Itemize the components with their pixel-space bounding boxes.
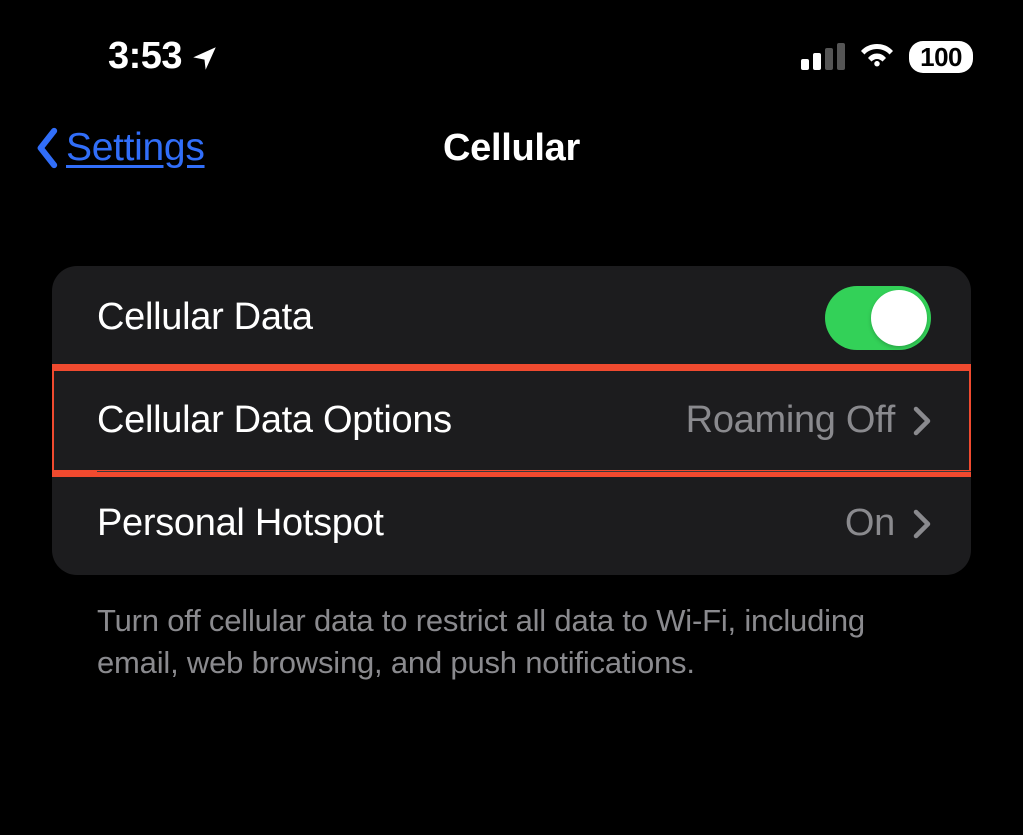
wifi-icon	[859, 43, 895, 70]
cellular-data-options-value: Roaming Off	[686, 399, 895, 442]
chevron-left-icon	[32, 126, 64, 170]
back-button[interactable]: Settings	[32, 126, 205, 170]
cellular-data-options-label: Cellular Data Options	[97, 399, 452, 442]
location-icon	[191, 45, 218, 72]
nav-bar: Settings Cellular	[0, 98, 1023, 188]
toggle-knob	[871, 290, 927, 346]
personal-hotspot-value: On	[845, 502, 895, 545]
chevron-right-icon	[913, 406, 931, 436]
footer-text: Turn off cellular data to restrict all d…	[52, 575, 971, 684]
cellular-data-toggle[interactable]	[825, 286, 931, 350]
chevron-right-icon	[913, 509, 931, 539]
page-title: Cellular	[443, 127, 580, 170]
settings-group: Cellular Data Cellular Data Options Roam…	[52, 266, 971, 575]
status-bar: 3:53 100	[0, 0, 1023, 98]
cellular-data-row[interactable]: Cellular Data	[52, 266, 971, 369]
status-right: 100	[801, 41, 973, 73]
status-time: 3:53	[108, 35, 182, 78]
row-right: Roaming Off	[686, 399, 931, 442]
row-right: On	[845, 502, 931, 545]
cellular-data-options-row[interactable]: Cellular Data Options Roaming Off	[52, 369, 971, 472]
personal-hotspot-label: Personal Hotspot	[97, 502, 384, 545]
cellular-data-label: Cellular Data	[97, 296, 313, 339]
content: Cellular Data Cellular Data Options Roam…	[0, 188, 1023, 684]
status-left: 3:53	[108, 35, 218, 78]
personal-hotspot-row[interactable]: Personal Hotspot On	[52, 472, 971, 575]
cellular-signal-icon	[801, 43, 845, 70]
battery-level: 100	[909, 41, 973, 73]
back-label: Settings	[66, 126, 205, 170]
